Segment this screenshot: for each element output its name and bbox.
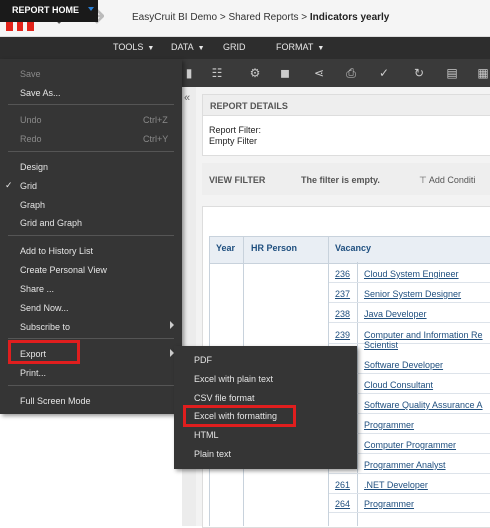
menu-separator <box>8 151 174 152</box>
menu-item-save-as[interactable]: Save As... <box>20 88 61 98</box>
row-divider <box>329 473 490 474</box>
breadcrumb: EasyCruit BI Demo > Shared Reports > Ind… <box>132 12 389 23</box>
row-divider <box>329 322 490 323</box>
filter-add-icon: ⊤ <box>419 175 429 185</box>
menu-item-full-screen[interactable]: Full Screen Mode <box>20 396 91 406</box>
vacancy-title-link[interactable]: Senior System Designer <box>364 289 461 299</box>
chevron-down-icon: ▼ <box>317 45 325 52</box>
print-icon[interactable]: ⎙ <box>342 64 360 82</box>
check-icon[interactable]: ✓ <box>375 64 393 82</box>
submenu-arrow-icon <box>170 321 174 329</box>
vacancy-id-link[interactable]: 236 <box>335 269 350 279</box>
menu-report-home-label: REPORT HOME <box>12 5 80 15</box>
breadcrumb-folder[interactable]: Shared Reports <box>228 12 298 23</box>
vacancy-title-link[interactable]: .NET Developer <box>364 480 428 490</box>
checkmark-icon: ✓ <box>5 180 13 190</box>
vacancy-title-link[interactable]: Cloud Consultant <box>364 380 433 390</box>
menu-item-print[interactable]: Print... <box>20 368 46 378</box>
vacancy-title-link[interactable]: Programmer <box>364 499 414 509</box>
grid-icon[interactable]: ▦ <box>474 64 490 82</box>
collapse-icon[interactable]: « <box>184 92 190 104</box>
menu-report-home[interactable]: REPORT HOME <box>0 0 98 22</box>
column-header-vacancy[interactable]: Vacancy <box>335 243 371 253</box>
menu-separator <box>8 104 174 105</box>
menu-item-send-now[interactable]: Send Now... <box>20 303 69 313</box>
column-header-hr-person[interactable]: HR Person <box>251 243 297 253</box>
export-plain-text[interactable]: Plain text <box>194 449 231 459</box>
menu-separator <box>8 235 174 236</box>
highlight-export <box>8 340 80 364</box>
vacancy-title-link[interactable]: Software Quality Assurance A <box>364 400 483 410</box>
refresh-icon[interactable]: ↻ <box>410 64 428 82</box>
row-divider <box>329 512 490 513</box>
row-divider <box>329 493 490 494</box>
export-excel-plain[interactable]: Excel with plain text <box>194 374 273 384</box>
row-divider <box>329 343 490 344</box>
chevron-down-icon <box>88 7 94 11</box>
menu-item-undo[interactable]: Undo <box>20 115 42 125</box>
redo-shortcut: Ctrl+Y <box>143 134 169 144</box>
bookmark-icon[interactable]: ◼ <box>276 64 294 82</box>
export-pdf[interactable]: PDF <box>194 355 212 365</box>
menu-item-share[interactable]: Share ... <box>20 284 54 294</box>
menu-item-save[interactable]: Save <box>20 69 41 79</box>
menu-item-create-personal-view[interactable]: Create Personal View <box>20 265 107 275</box>
undo-shortcut: Ctrl+Z <box>143 115 168 125</box>
breadcrumb-separator: > <box>219 12 226 23</box>
vacancy-id-link[interactable]: 264 <box>335 499 350 509</box>
share-icon[interactable]: ⋖ <box>310 64 328 82</box>
vacancy-title-link[interactable]: Programmer Analyst <box>364 460 446 470</box>
column-chart-icon[interactable]: ▮ <box>180 64 198 82</box>
vacancy-id-link[interactable]: 238 <box>335 309 350 319</box>
vacancy-title-link[interactable]: Cloud System Engineer <box>364 269 459 279</box>
menu-item-add-to-history[interactable]: Add to History List <box>20 246 93 256</box>
vacancy-id-link[interactable]: 237 <box>335 289 350 299</box>
menu-grid[interactable]: GRID <box>223 42 246 52</box>
highlight-excel-formatting <box>183 405 296 427</box>
row-divider <box>329 282 490 283</box>
row-divider <box>329 302 490 303</box>
export-html[interactable]: HTML <box>194 430 219 440</box>
vacancy-title-link[interactable]: Programmer <box>364 420 414 430</box>
menu-item-subscribe[interactable]: Subscribe to <box>20 322 70 332</box>
chevron-down-icon: ▼ <box>197 45 205 52</box>
menu-separator <box>8 338 174 339</box>
chevron-down-icon: ▼ <box>147 45 155 52</box>
menu-item-design[interactable]: Design <box>20 162 48 172</box>
vacancy-title-link[interactable]: Computer Programmer <box>364 440 456 450</box>
vacancy-title-link[interactable]: Software Developer <box>364 360 443 370</box>
vacancy-title-link[interactable]: Java Developer <box>364 309 427 319</box>
column-header-year[interactable]: Year <box>216 243 235 253</box>
menu-separator <box>8 385 174 386</box>
vacancy-title-link[interactable]: Scientist <box>364 340 398 350</box>
vacancy-title-link[interactable]: Computer and Information Re <box>364 330 483 340</box>
view-filter-label: VIEW FILTER <box>209 175 266 185</box>
layout-icon[interactable]: ☷ <box>208 64 226 82</box>
report-details-title: REPORT DETAILS <box>210 101 288 111</box>
menu-item-graph[interactable]: Graph <box>20 200 45 210</box>
export-icon[interactable]: ▤ <box>443 64 461 82</box>
menu-format[interactable]: FORMAT ▼ <box>276 42 324 52</box>
vacancy-id-link[interactable]: 239 <box>335 330 350 340</box>
breadcrumb-current: Indicators yearly <box>309 12 390 23</box>
menu-item-redo[interactable]: Redo <box>20 134 42 144</box>
breadcrumb-separator: > <box>301 12 308 23</box>
menu-data[interactable]: DATA ▼ <box>171 42 205 52</box>
vacancy-id-link[interactable]: 261 <box>335 480 350 490</box>
breadcrumb-app[interactable]: EasyCruit BI Demo <box>132 12 217 23</box>
menu-item-grid-and-graph[interactable]: Grid and Graph <box>20 218 82 228</box>
menu-item-grid[interactable]: Grid <box>20 181 37 191</box>
settings-icon[interactable]: ⚙ <box>246 64 264 82</box>
add-condition-button[interactable]: ⊤ Add Conditi <box>419 175 475 186</box>
menu-tools[interactable]: TOOLS ▼ <box>113 42 154 52</box>
filter-empty-text: The filter is empty. <box>301 175 380 185</box>
export-csv[interactable]: CSV file format <box>194 393 255 403</box>
